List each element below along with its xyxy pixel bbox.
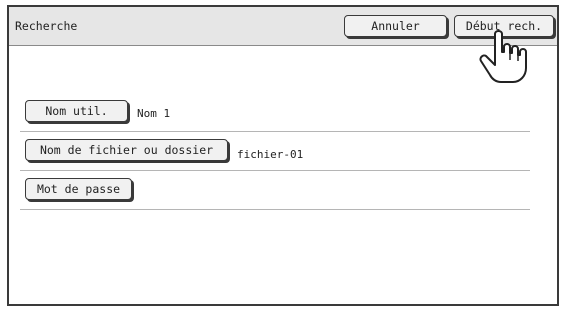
password-button[interactable]: Mot de passe bbox=[25, 178, 132, 200]
pointing-hand-icon bbox=[479, 30, 527, 83]
page-title: Recherche bbox=[15, 19, 78, 33]
field-row-username: Nom util. Nom 1 bbox=[20, 97, 530, 132]
filename-value: fichier-01 bbox=[237, 148, 304, 161]
username-button[interactable]: Nom util. bbox=[25, 100, 128, 122]
filename-button[interactable]: Nom de fichier ou dossier bbox=[25, 139, 228, 161]
username-value: Nom 1 bbox=[137, 107, 171, 120]
field-row-filename: Nom de fichier ou dossier fichier-01 bbox=[20, 136, 530, 171]
cancel-button[interactable]: Annuler bbox=[344, 15, 447, 37]
field-row-password: Mot de passe bbox=[20, 175, 530, 210]
